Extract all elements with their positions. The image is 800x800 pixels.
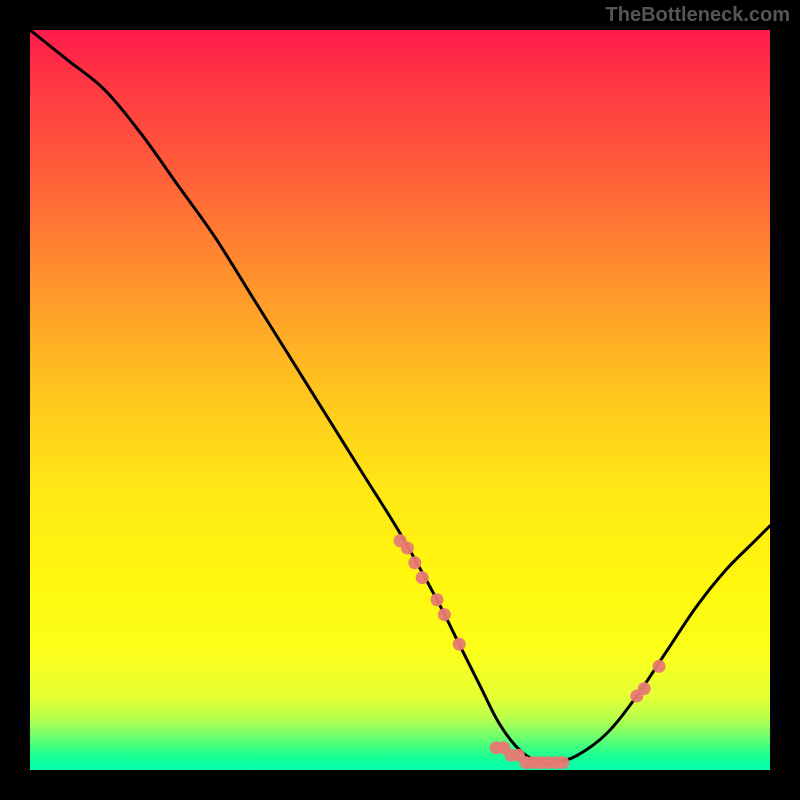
marker-dot xyxy=(438,608,451,621)
marker-dot xyxy=(653,660,666,673)
curve-svg xyxy=(30,30,770,770)
marker-dot xyxy=(556,756,569,769)
bottleneck-curve xyxy=(30,30,770,764)
chart-container: TheBottleneck.com xyxy=(0,0,800,800)
highlight-markers xyxy=(394,534,666,769)
marker-dot xyxy=(453,638,466,651)
marker-dot xyxy=(431,593,444,606)
marker-dot xyxy=(408,556,421,569)
marker-dot xyxy=(401,542,414,555)
marker-dot xyxy=(638,682,651,695)
plot-area xyxy=(30,30,770,770)
marker-dot xyxy=(416,571,429,584)
watermark-text: TheBottleneck.com xyxy=(606,4,790,27)
